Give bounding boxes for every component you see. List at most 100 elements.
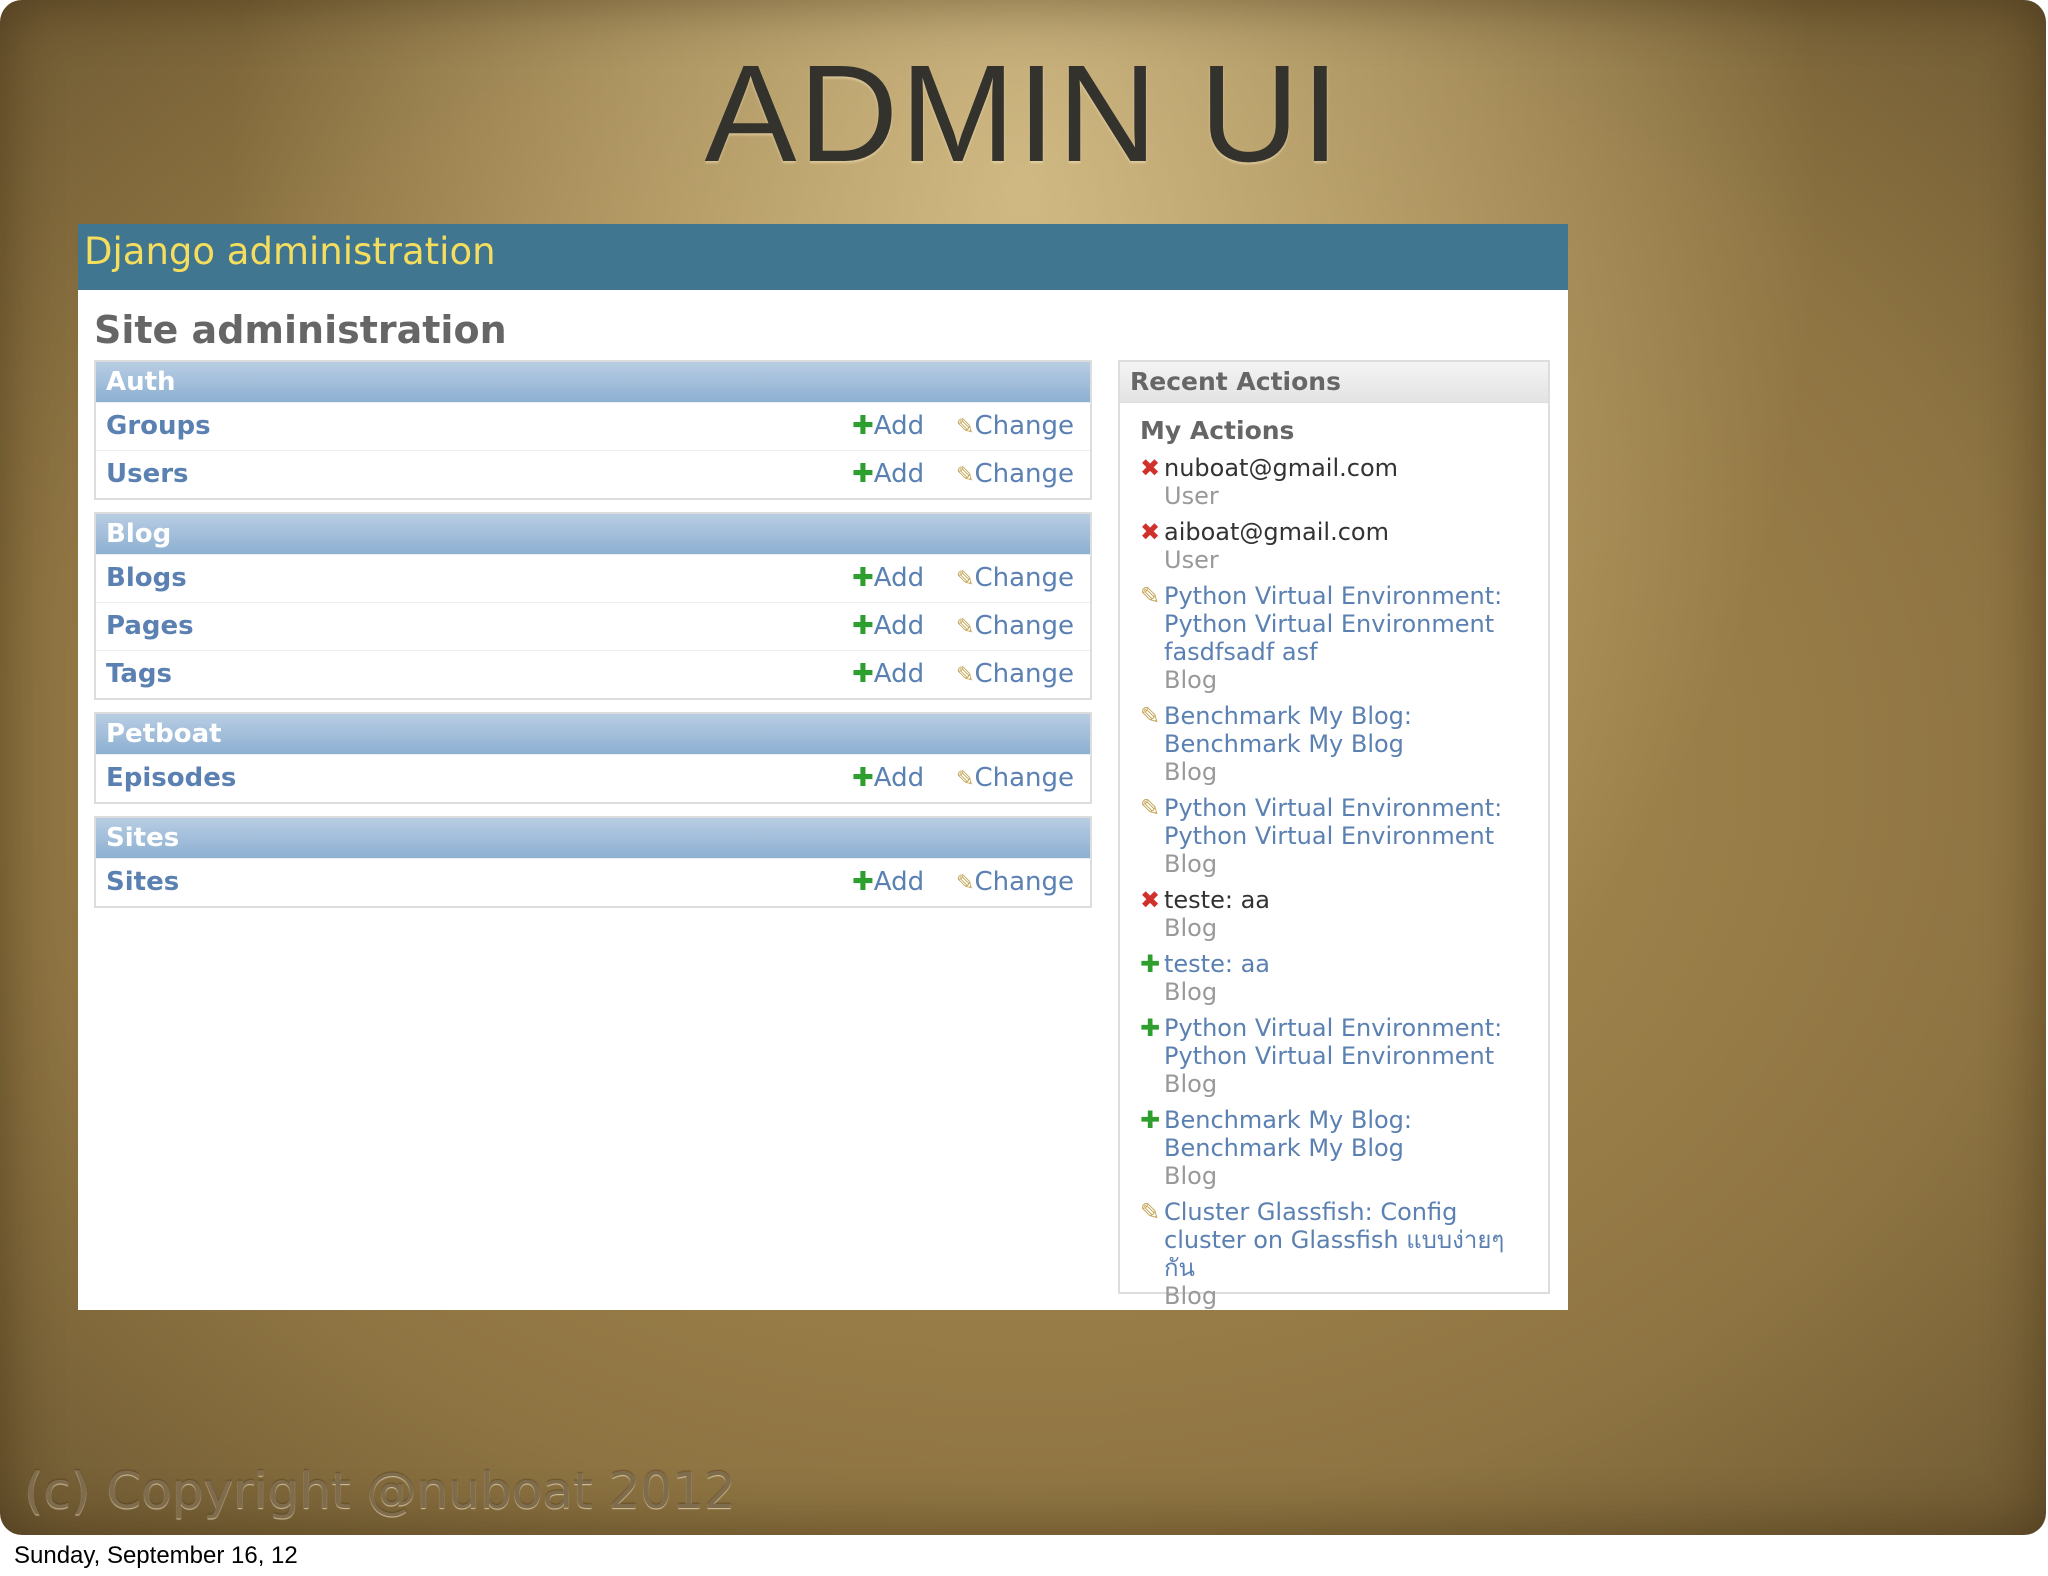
model-link[interactable]: Tags [106,659,172,689]
add-label: Add [873,763,925,793]
recent-action-type: Blog [1164,978,1218,1006]
recent-action-item: ✎ Benchmark My Blog: Benchmark My Blog Blog [1140,702,1540,786]
recent-action-type: Blog [1164,666,1218,694]
recent-action-title: teste: aa [1164,886,1270,914]
add-label: Add [873,611,925,641]
recent-action-item: ✚ teste: aa Blog [1140,950,1540,1006]
change-label: Change [974,659,1074,689]
admin-screenshot: Django administration Site administratio… [78,224,1568,1310]
pencil-icon: ✎ [1140,1198,1161,1226]
model-link[interactable]: Pages [106,611,194,641]
recent-action-title[interactable]: Benchmark My Blog [1164,730,1540,758]
footer-date: Sunday, September 16, 12 [14,1542,298,1569]
my-actions-heading: My Actions [1140,416,1295,445]
page-title: Site administration [94,308,507,352]
pencil-icon: ✎ [956,615,975,640]
pencil-icon: ✎ [956,767,975,792]
recent-action-title[interactable]: Python Virtual Environment [1164,610,1540,638]
recent-action-item: ✖ aiboat@gmail.com User [1140,518,1540,574]
add-icon: ✚ [1140,950,1161,978]
recent-action-item: ✎ Cluster Glassfish: Config cluster on Gla… [1140,1198,1540,1310]
module-caption[interactable]: Blog [96,514,1090,554]
module-caption[interactable]: Sites [96,818,1090,858]
recent-action-type: Blog [1164,1162,1218,1190]
recent-action-title[interactable]: Python Virtual Environment: [1164,582,1540,610]
add-link[interactable]: ✚Add [852,459,924,489]
recent-action-title[interactable]: Python Virtual Environment: [1164,1014,1540,1042]
change-link[interactable]: ✎Change [956,459,1074,489]
add-label: Add [873,867,925,897]
admin-header: Django administration [78,224,1568,290]
change-link[interactable]: ✎Change [956,563,1074,593]
recent-action-type: Blog [1164,914,1218,942]
add-label: Add [873,563,925,593]
recent-action-title[interactable]: cluster on Glassfish แบบง่ายๆ [1164,1226,1540,1254]
add-link[interactable]: ✚Add [852,563,924,593]
add-link[interactable]: ✚Add [852,411,924,441]
change-link[interactable]: ✎Change [956,411,1074,441]
pencil-icon: ✎ [1140,702,1161,730]
recent-action-type: User [1164,546,1219,574]
change-label: Change [974,763,1074,793]
module-row: Blogs ✚Add ✎Change [96,554,1090,602]
recent-action-title[interactable]: Benchmark My Blog [1164,1134,1540,1162]
recent-actions-panel: Recent Actions My Actions ✖ nuboat@gmail.… [1118,360,1550,1310]
module-row: Tags ✚Add ✎Change [96,650,1090,698]
pencil-icon: ✎ [956,463,975,488]
module-auth: Auth Groups ✚Add ✎Change Users ✚Add ✎Change [94,360,1092,500]
change-label: Change [974,563,1074,593]
model-link[interactable]: Users [106,459,189,489]
add-link[interactable]: ✚Add [852,611,924,641]
recent-action-title[interactable]: Benchmark My Blog: [1164,1106,1540,1134]
copyright-text: (c) Copyright @nuboat 2012 [24,1462,736,1520]
delete-icon: ✖ [1140,886,1161,914]
recent-action-title[interactable]: Cluster Glassfish: Config [1164,1198,1540,1226]
recent-action-item: ✖ nuboat@gmail.com User [1140,454,1540,510]
add-icon: ✚ [1140,1106,1161,1134]
delete-icon: ✖ [1140,454,1161,482]
add-label: Add [873,411,925,441]
add-link[interactable]: ✚Add [852,763,924,793]
recent-action-type: Blog [1164,1070,1218,1098]
pencil-icon: ✎ [1140,794,1161,822]
recent-action-title[interactable]: Python Virtual Environment: [1164,794,1540,822]
recent-action-title[interactable]: fasdfsadf asf [1164,638,1540,666]
recent-action-title[interactable]: Python Virtual Environment [1164,822,1540,850]
recent-action-type: User [1164,482,1219,510]
plus-icon: ✚ [852,459,874,489]
recent-action-title[interactable]: Benchmark My Blog: [1164,702,1540,730]
slide-background: ADMIN UI Django administration Site admi… [0,0,2046,1535]
module-sites: Sites Sites ✚Add ✎Change [94,816,1092,908]
recent-action-title[interactable]: teste: aa [1164,950,1540,978]
admin-header-title[interactable]: Django administration [84,230,496,273]
change-link[interactable]: ✎Change [956,659,1074,689]
recent-action-item: ✚ Benchmark My Blog: Benchmark My Blog Blog [1140,1106,1540,1190]
module-row: Groups ✚Add ✎Change [96,402,1090,450]
change-label: Change [974,411,1074,441]
module-blog: Blog Blogs ✚Add ✎Change Pages ✚Add ✎Change Tags… [94,512,1092,700]
model-link[interactable]: Groups [106,411,211,441]
plus-icon: ✚ [852,611,874,641]
change-link[interactable]: ✎Change [956,867,1074,897]
plus-icon: ✚ [852,867,874,897]
model-link[interactable]: Sites [106,867,179,897]
change-link[interactable]: ✎Change [956,763,1074,793]
plus-icon: ✚ [852,411,874,441]
module-caption[interactable]: Auth [96,362,1090,402]
plus-icon: ✚ [852,563,874,593]
plus-icon: ✚ [852,763,874,793]
module-caption[interactable]: Petboat [96,714,1090,754]
recent-action-type: Blog [1164,758,1218,786]
pencil-icon: ✎ [956,567,975,592]
pencil-icon: ✎ [956,415,975,440]
recent-action-title[interactable]: Python Virtual Environment [1164,1042,1540,1070]
change-label: Change [974,611,1074,641]
recent-action-title[interactable]: กัน [1164,1254,1540,1282]
add-icon: ✚ [1140,1014,1161,1042]
recent-action-title: aiboat@gmail.com [1164,518,1389,546]
model-link[interactable]: Episodes [106,763,236,793]
model-link[interactable]: Blogs [106,563,187,593]
add-link[interactable]: ✚Add [852,867,924,897]
add-link[interactable]: ✚Add [852,659,924,689]
change-link[interactable]: ✎Change [956,611,1074,641]
